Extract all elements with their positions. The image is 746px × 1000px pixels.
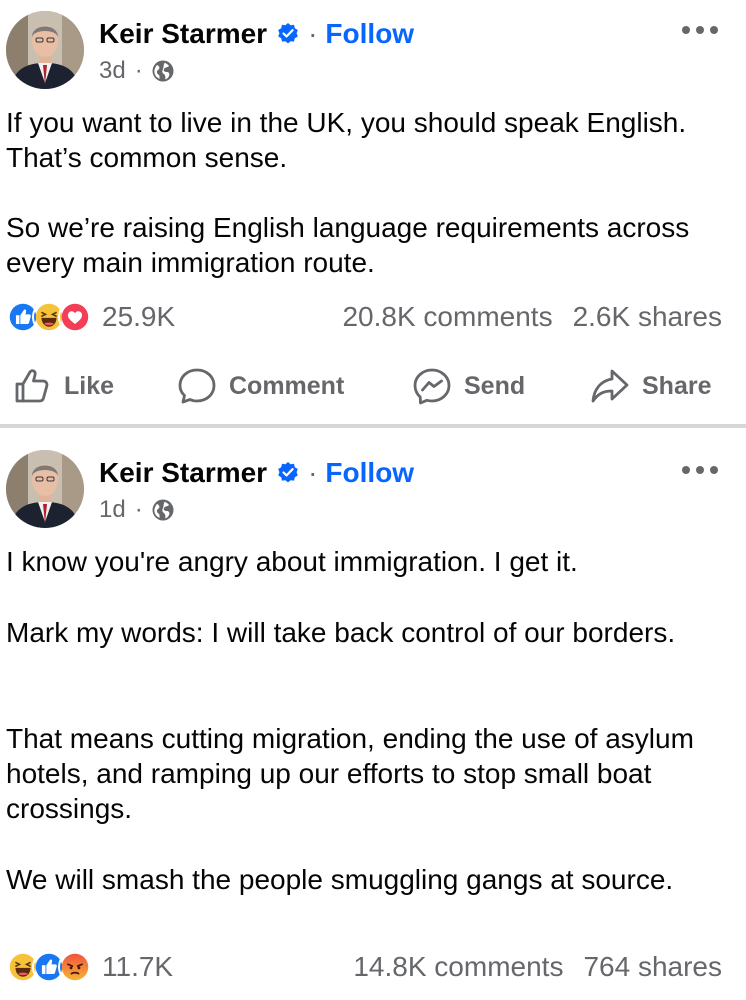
share-label: Share — [642, 371, 712, 400]
love-reaction-icon — [58, 300, 92, 334]
engagement-bar: 25.9K 20.8K comments 2.6K shares — [6, 299, 722, 335]
thumbs-up-icon — [15, 369, 49, 403]
post-text-paragraph: If you want to live in the UK, you shoul… — [6, 107, 687, 173]
globe-icon — [151, 498, 175, 522]
post-meta: 3d · — [99, 56, 175, 86]
shares-count[interactable]: 764 shares — [583, 951, 722, 983]
author-name[interactable]: Keir Starmer — [99, 457, 267, 489]
reaction-count: 25.9K — [102, 301, 176, 332]
send-button[interactable]: Send — [412, 362, 525, 410]
post-text-paragraph: Mark my words: I will take back control … — [6, 617, 676, 648]
separator-dot: · — [308, 457, 318, 488]
avatar[interactable] — [6, 450, 84, 528]
post-card: Keir Starmer · Follow 1d · I know you're… — [0, 428, 746, 1000]
post-text-paragraph: That means cutting migration, ending the… — [6, 723, 694, 824]
post-header: Keir Starmer · Follow — [99, 16, 414, 52]
post-timestamp[interactable]: 3d — [99, 57, 126, 85]
post-text-paragraph: So we’re raising English language requir… — [6, 212, 690, 278]
follow-button[interactable]: Follow — [325, 457, 414, 489]
separator-dot: · — [134, 57, 143, 84]
share-button[interactable]: Share — [590, 362, 711, 410]
post-text-paragraph: We will smash the people smuggling gangs… — [6, 864, 674, 895]
post-card: Keir Starmer · Follow 3d · If you want t… — [0, 0, 746, 424]
reactions-summary[interactable]: 25.9K — [6, 300, 175, 334]
globe-icon — [151, 59, 175, 83]
like-button[interactable]: Like — [12, 362, 114, 410]
comment-bubble-icon — [178, 368, 216, 404]
shares-count[interactable]: 2.6K shares — [573, 301, 722, 333]
share-arrow-icon — [591, 369, 629, 403]
comments-count[interactable]: 14.8K comments — [353, 951, 563, 983]
follow-button[interactable]: Follow — [325, 18, 414, 50]
comment-button[interactable]: Comment — [177, 362, 344, 410]
reactions-summary[interactable]: 11.7K — [6, 950, 173, 984]
post-timestamp[interactable]: 1d — [99, 496, 126, 524]
avatar[interactable] — [6, 11, 84, 89]
verified-badge-icon — [276, 22, 300, 46]
verified-badge-icon — [276, 461, 300, 485]
more-options-icon[interactable] — [682, 20, 722, 40]
engagement-bar: 11.7K 14.8K comments 764 shares — [6, 949, 722, 985]
separator-dot: · — [134, 496, 143, 523]
post-text-paragraph: I know you're angry about immigration. I… — [6, 546, 578, 577]
separator-dot: · — [308, 18, 318, 49]
more-options-icon[interactable] — [682, 460, 722, 480]
post-meta: 1d · — [99, 495, 175, 525]
post-header: Keir Starmer · Follow — [99, 455, 414, 491]
comment-label: Comment — [229, 371, 345, 400]
messenger-icon — [413, 368, 451, 405]
action-bar: Like Comment Send Share — [0, 362, 746, 410]
comments-count[interactable]: 20.8K comments — [342, 301, 552, 333]
like-label: Like — [64, 371, 115, 400]
reaction-count: 11.7K — [102, 951, 174, 982]
send-label: Send — [464, 371, 526, 400]
angry-reaction-icon — [58, 950, 92, 984]
author-name[interactable]: Keir Starmer — [99, 18, 267, 50]
